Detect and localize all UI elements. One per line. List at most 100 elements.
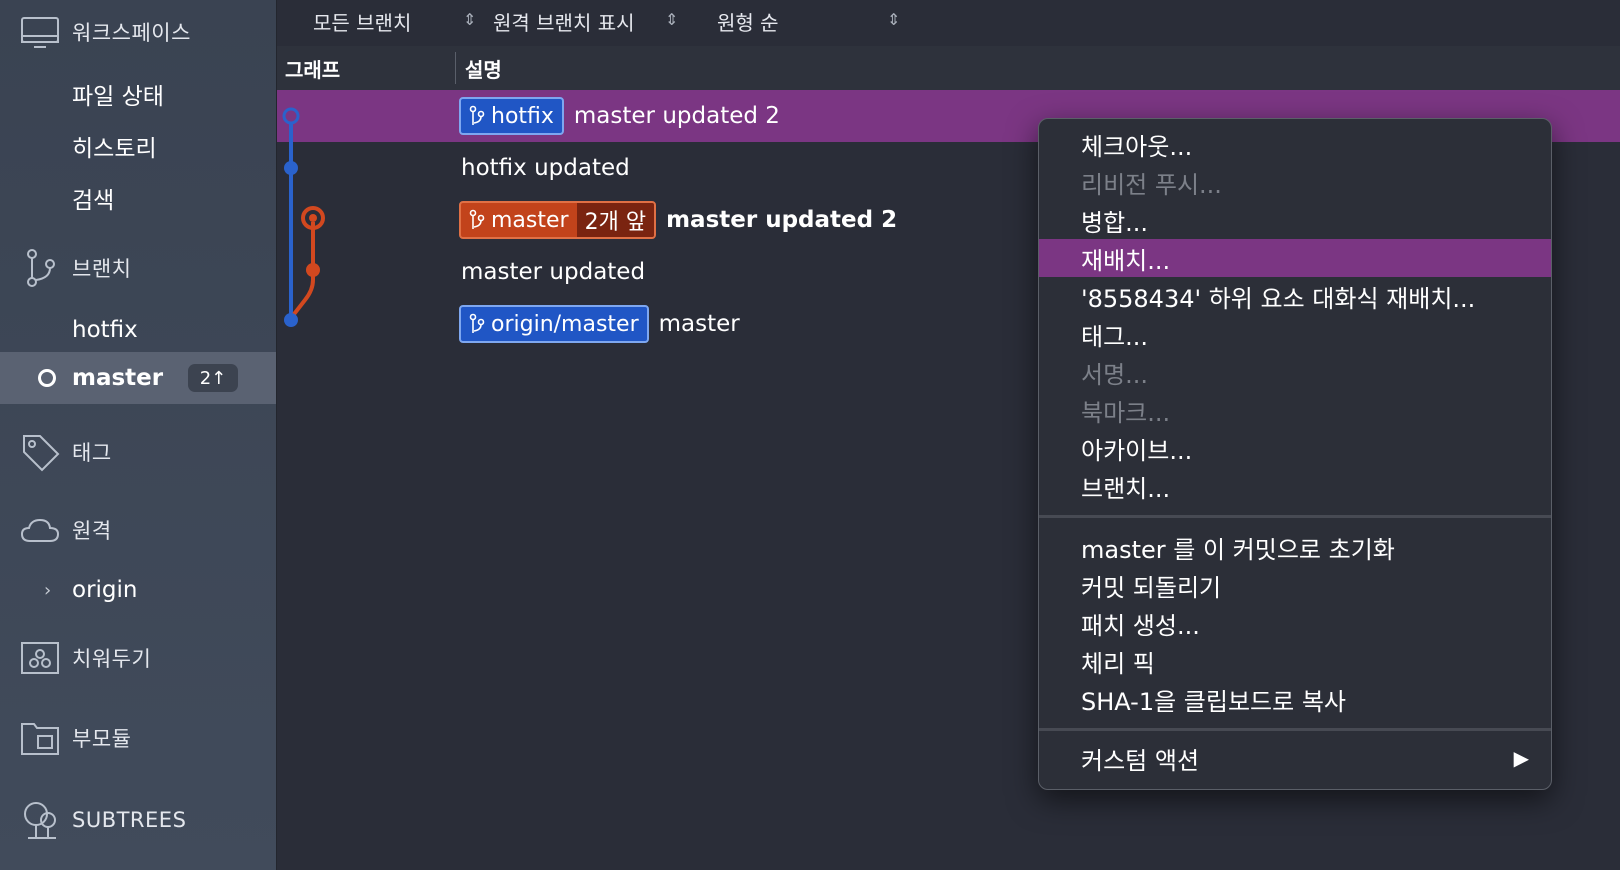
stash-icon (18, 636, 62, 680)
sidebar-remotes-label: 원격 (72, 519, 112, 543)
menu-item-cherry-pick[interactable]: 체리 픽 (1039, 642, 1551, 680)
menu-item-label: 재배치... (1081, 246, 1171, 275)
sidebar-branches-label: 브랜치 (72, 257, 132, 281)
graph-node[interactable] (306, 263, 320, 277)
branch-filter-value: 모든 브랜치 (313, 10, 412, 35)
submodule-icon (18, 716, 62, 760)
menu-item-tag[interactable]: 태그... (1039, 315, 1551, 353)
menu-item-branch[interactable]: 브랜치... (1039, 467, 1551, 505)
commit-description: hotfix master updated 2 (459, 90, 780, 142)
graph-node[interactable] (282, 107, 300, 125)
sidebar-remote-origin[interactable]: › origin (0, 568, 276, 612)
menu-item-checkout[interactable]: 체크아웃... (1039, 125, 1551, 163)
remote-name: origin (72, 577, 138, 603)
submenu-arrow-icon: ▶ (1513, 746, 1529, 770)
menu-item-interactive-rebase[interactable]: '8558434' 하위 요소 대화식 재배치... (1039, 277, 1551, 315)
sidebar-item-file-status[interactable]: 파일 상태 (0, 72, 276, 116)
menu-item-sign: 서명... (1039, 353, 1551, 391)
menu-item-label: 북마크... (1081, 398, 1171, 427)
monitor-icon (18, 10, 62, 54)
sort-order-dropdown[interactable]: 원형 순 ⇕ (717, 6, 907, 36)
ahead-badge: 2↑ (188, 364, 238, 392)
menu-item-label: master 를 이 커밋으로 초기화 (1081, 535, 1395, 564)
menu-separator (1039, 515, 1551, 518)
commit-message: master updated 2 (573, 103, 780, 129)
sidebar-section-stashes[interactable]: 치워두기 (0, 638, 276, 678)
history-toolbar: 모든 브랜치 ⇕ 원격 브랜치 표시 ⇕ 원형 순 ⇕ (277, 0, 1620, 44)
branch-label-hotfix[interactable]: hotfix (459, 97, 564, 135)
sidebar-section-submodules[interactable]: 부모듈 (0, 718, 276, 758)
graph-node[interactable] (284, 313, 298, 327)
commit-description: origin/master master (459, 298, 740, 350)
chevron-right-icon[interactable]: › (44, 580, 51, 601)
menu-item-reset-master[interactable]: master 를 이 커밋으로 초기화 (1039, 528, 1551, 566)
commit-context-menu: 체크아웃... 리비전 푸시... 병합... 재배치... '8558434'… (1038, 118, 1552, 790)
branch-icon (469, 105, 485, 127)
menu-item-label: SHA-1을 클립보드로 복사 (1081, 687, 1346, 716)
tag-icon (18, 430, 62, 474)
column-divider[interactable] (455, 52, 456, 84)
branch-label-master[interactable]: master 2개 앞 (459, 201, 657, 239)
menu-item-archive[interactable]: 아카이브... (1039, 429, 1551, 467)
commit-message: master updated 2 (666, 207, 898, 233)
commit-message: master (658, 311, 740, 337)
head-indicator-icon (38, 369, 56, 387)
cloud-icon (18, 508, 62, 552)
column-header-description[interactable]: 설명 (465, 54, 502, 83)
sidebar: 워크스페이스 파일 상태 히스토리 검색 브랜치 hotfix master 2… (0, 0, 277, 870)
sidebar-section-branches[interactable]: 브랜치 (0, 248, 276, 288)
remote-filter-value: 원격 브랜치 표시 (493, 10, 635, 35)
graph-node[interactable] (284, 161, 298, 175)
branch-label-text: master (491, 207, 569, 233)
branch-label-origin-master[interactable]: origin/master (459, 305, 649, 343)
menu-item-custom-actions[interactable]: 커스텀 액션 ▶ (1039, 739, 1551, 777)
sidebar-section-tags[interactable]: 태그 (0, 432, 276, 472)
updown-chevron-icon: ⇕ (887, 10, 901, 29)
commit-graph (282, 107, 325, 327)
sidebar-branch-hotfix[interactable]: hotfix (0, 308, 276, 352)
menu-item-rebase[interactable]: 재배치... (1039, 239, 1551, 277)
sidebar-section-workspace[interactable]: 워크스페이스 (0, 12, 276, 52)
menu-item-revert-commit[interactable]: 커밋 되돌리기 (1039, 566, 1551, 604)
sidebar-item-search[interactable]: 검색 (0, 176, 276, 220)
ahead-count-badge: 2개 앞 (576, 203, 655, 237)
menu-separator (1039, 728, 1551, 731)
commit-description: master 2개 앞 master updated 2 (459, 194, 897, 246)
updown-chevron-icon: ⇕ (665, 10, 679, 29)
menu-item-push-revision: 리비전 푸시... (1039, 163, 1551, 201)
remote-filter-dropdown[interactable]: 원격 브랜치 표시 ⇕ (493, 6, 693, 36)
menu-item-label: 서명... (1081, 360, 1149, 389)
column-header-graph[interactable]: 그래프 (285, 54, 340, 83)
graph-merge-line (289, 279, 315, 320)
menu-item-label: 패치 생성... (1081, 611, 1200, 640)
sidebar-stashes-label: 치워두기 (72, 647, 152, 671)
branch-label-text: hotfix (491, 103, 554, 129)
menu-item-merge[interactable]: 병합... (1039, 201, 1551, 239)
commit-description: master updated (461, 246, 645, 298)
menu-item-label: '8558434' 하위 요소 대화식 재배치... (1081, 284, 1476, 313)
menu-item-create-patch[interactable]: 패치 생성... (1039, 604, 1551, 642)
branch-icon (469, 209, 485, 231)
sidebar-item-label: 검색 (72, 188, 115, 214)
menu-item-label: 리비전 푸시... (1081, 170, 1222, 199)
sidebar-item-history[interactable]: 히스토리 (0, 124, 276, 168)
column-header: 그래프 설명 (277, 46, 1620, 91)
menu-item-label: 병합... (1081, 208, 1149, 237)
branch-name: hotfix (72, 317, 138, 343)
sidebar-workspace-label: 워크스페이스 (72, 21, 191, 45)
graph-node-head-center (309, 214, 317, 222)
menu-item-label: 브랜치... (1081, 474, 1171, 503)
menu-item-copy-sha[interactable]: SHA-1을 클립보드로 복사 (1039, 680, 1551, 718)
branch-icon (18, 246, 62, 290)
sidebar-item-label: 히스토리 (72, 136, 157, 162)
menu-item-label: 커밋 되돌리기 (1081, 573, 1222, 602)
sidebar-section-subtrees[interactable]: SUBTREES (0, 800, 276, 840)
branch-filter-dropdown[interactable]: 모든 브랜치 ⇕ (313, 6, 476, 36)
sidebar-branch-master[interactable]: master 2↑ (0, 352, 276, 404)
sidebar-submodules-label: 부모듈 (72, 727, 132, 751)
sidebar-section-remotes[interactable]: 원격 (0, 510, 276, 550)
menu-item-label: 체크아웃... (1081, 132, 1193, 161)
branch-icon (469, 313, 485, 335)
commit-message: hotfix updated (461, 155, 630, 181)
menu-item-label: 커스텀 액션 (1081, 746, 1200, 775)
